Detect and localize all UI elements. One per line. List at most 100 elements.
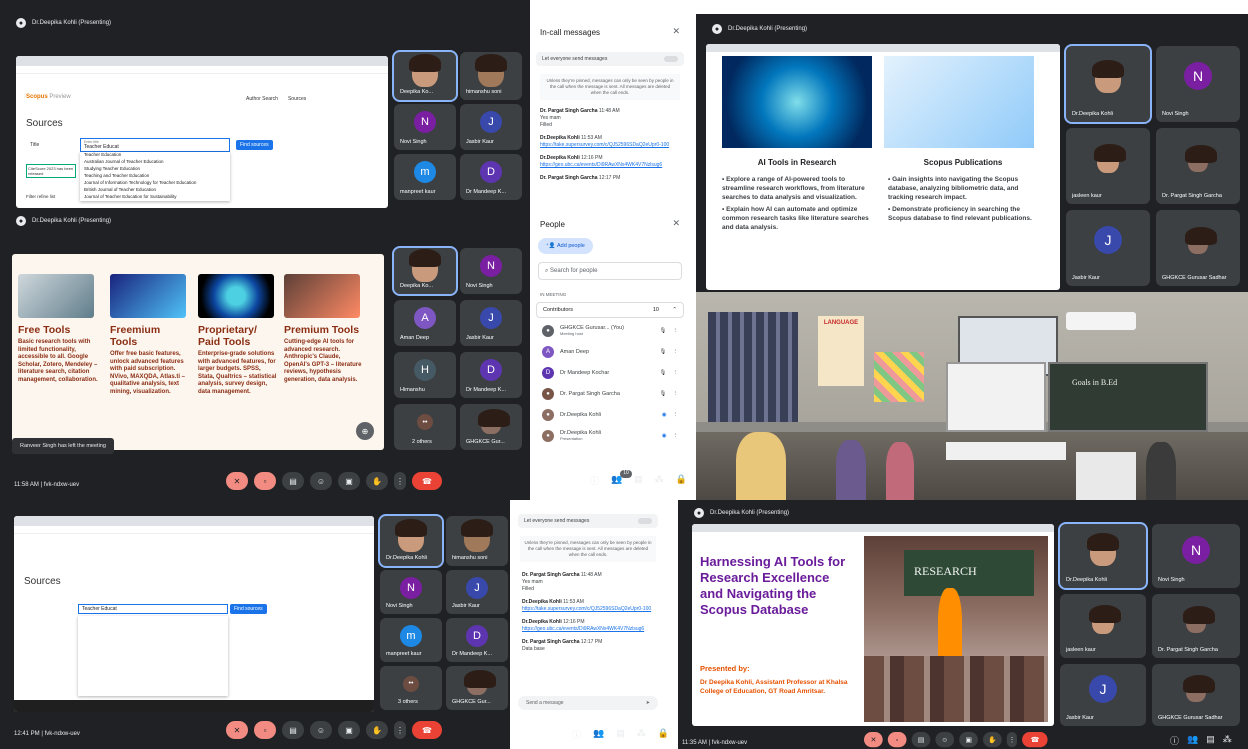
people-icon[interactable]: 👥 [593,728,604,738]
participant-tile[interactable]: J Jasbir Kaur [446,570,508,614]
participant-tile[interactable]: J Jasbir Kaur [1060,664,1146,726]
suggestion-item[interactable]: Journal of Information Technology for Te… [80,180,230,187]
close-icon[interactable]: ✕ [672,218,680,229]
participant-tile[interactable]: himanshu soni [446,516,508,566]
more-icon[interactable]: ⋮ [673,433,679,439]
participant-tile[interactable]: J Jasbir Kaur [460,104,522,150]
participant-tile[interactable]: himanshu soni [460,52,522,100]
address-bar[interactable] [14,526,374,534]
mic-off-button[interactable]: ✕ [226,721,248,739]
contributors-section[interactable]: Contributors 10 ⌃ [536,302,684,318]
participant-tile-others[interactable]: •• 3 others [380,666,442,710]
participant-tile[interactable]: GHGKCE Gurusar Sadhar [1156,210,1240,286]
person-row[interactable]: ● Dr.Deepika Kohli Presentation ◉ ⋮ [530,425,690,446]
camera-off-button[interactable]: ▫ [254,721,276,739]
send-message-input[interactable]: Send a message ➤ [518,696,658,710]
emoji-button[interactable]: ☺ [935,732,955,748]
more-options-button[interactable]: ⋮ [394,721,406,739]
camera-off-button[interactable]: ▫ [254,472,276,490]
participant-tile[interactable]: D Dr Mandeep K... [460,352,522,398]
raise-hand-button[interactable]: ✋ [366,472,388,490]
suggestion-item[interactable]: Teaching and Teacher Education [80,173,230,180]
present-button[interactable]: ▣ [338,721,360,739]
participant-tile[interactable]: N Novi Singh [1156,46,1240,122]
emoji-button[interactable]: ☺ [310,472,332,490]
more-icon[interactable]: ⋮ [673,412,679,418]
message-link[interactable]: https://geo.ubc.ca/events/Di9RAwXNx4WK4V… [522,626,644,632]
sources-link[interactable]: Sources [288,96,306,102]
person-row[interactable]: ● Dr. Pargat Singh Garcha 🎙 ⋮ [530,383,690,404]
participant-tile[interactable]: jasleen kaur [1060,594,1146,658]
person-row[interactable]: A Aman Deep 🎙 ⋮ [530,341,690,362]
participant-tile[interactable]: Deepika Ko... [392,50,458,102]
participant-tile[interactable]: J Jasbir Kaur [1066,210,1150,286]
toggle-switch[interactable] [638,518,652,524]
address-bar[interactable] [16,66,388,74]
captions-button[interactable]: ▤ [282,721,304,739]
participant-tile[interactable]: jasleen kaur [1066,128,1150,204]
participant-tile[interactable]: H Himanshu [394,352,456,398]
close-icon[interactable]: ✕ [672,26,680,37]
participant-tile[interactable]: Dr.Deepika Kohli [1064,44,1152,124]
find-sources-button[interactable]: Find sources [236,140,273,150]
suggestion-item[interactable]: British Journal of Teacher Education [80,187,230,194]
participant-tile[interactable]: N Novi Singh [394,104,456,150]
mic-off-button[interactable]: ✕ [226,472,248,490]
more-options-button[interactable]: ⋮ [1006,732,1017,748]
find-sources-button[interactable]: Find sources [230,604,267,614]
end-call-button[interactable]: ☎ [412,472,442,490]
suggestion-item[interactable]: Australian Journal of Teacher Education [80,159,230,166]
participant-tile[interactable]: N Novi Singh [380,570,442,614]
participant-tile[interactable]: Deepika Ko... [392,246,458,296]
message-toggle-row[interactable]: Let everyone send messages [536,52,684,66]
add-people-button[interactable]: ⁺👤 Add people [538,238,593,254]
suggestion-item[interactable]: Journal of Teacher Education for Sustain… [80,194,230,201]
more-options-button[interactable]: ⋮ [394,472,406,490]
info-icon[interactable]: ⓘ [572,728,581,740]
more-icon[interactable]: ⋮ [673,391,679,397]
present-button[interactable]: ▣ [338,472,360,490]
message-link[interactable]: https://take.supersurvey.com/c/QJ52596SD… [540,142,669,148]
person-row[interactable]: D Dr Mandeep Kochar 🎙 ⋮ [530,362,690,383]
chat-icon[interactable]: ▤ [1206,734,1215,747]
participant-tile[interactable]: m manpreet kaur [380,618,442,662]
participant-tile-others[interactable]: •• 2 others [394,404,456,450]
activities-icon[interactable]: ⁂ [637,728,646,738]
present-button[interactable]: ▣ [959,732,978,748]
chat-icon[interactable]: ▤ [616,728,625,738]
zoom-icon[interactable]: ⊕ [356,422,374,440]
lock-icon[interactable]: 🔒 [658,728,669,738]
info-icon[interactable]: ⓘ [1170,734,1179,747]
participant-tile[interactable]: J Jasbir Kaur [460,300,522,346]
end-call-button[interactable]: ☎ [1022,732,1048,748]
participant-tile[interactable]: Dr. Pargat Singh Garcha [1156,128,1240,204]
message-toggle-row[interactable]: Let everyone send messages [518,514,658,528]
message-link[interactable]: https://take.supersurvey.com/c/QJ52596SD… [522,606,651,612]
title-search-input[interactable]: Teacher Educat [78,604,228,614]
mic-off-button[interactable]: ✕ [864,732,883,748]
captions-button[interactable]: ▤ [282,472,304,490]
activities-icon[interactable]: ⁂ [1223,734,1232,747]
participant-tile[interactable]: GHGKCE Gurusar Sadhar [1152,664,1240,726]
camera-off-button[interactable]: ▫ [887,732,907,748]
more-icon[interactable]: ⋮ [673,370,679,376]
participant-tile[interactable]: Dr.Deepika Kohli [378,514,444,568]
participant-tile[interactable]: GHGKCE Gur... [460,404,522,450]
more-icon[interactable]: ⋮ [673,328,679,334]
captions-button[interactable]: ▤ [911,732,931,748]
end-call-button[interactable]: ☎ [412,721,442,739]
more-icon[interactable]: ⋮ [673,349,679,355]
toggle-switch[interactable] [664,56,678,62]
suggestion-item[interactable]: Teacher Education [80,152,230,159]
title-search-input[interactable]: Enter title Teacher Educat [80,138,230,152]
suggestion-item[interactable]: Studying Teacher Education [80,166,230,173]
participant-tile[interactable]: N Novi Singh [460,248,522,294]
emoji-button[interactable]: ☺ [310,721,332,739]
raise-hand-button[interactable]: ✋ [983,732,1002,748]
people-icon[interactable]: 👥 [1187,734,1198,747]
person-row[interactable]: ● Dr.Deepika Kohli ◉ ⋮ [530,404,690,425]
participant-tile[interactable]: D Dr Mandeep K... [446,618,508,662]
participant-tile[interactable]: D Dr Mandeep K... [460,154,522,200]
raise-hand-button[interactable]: ✋ [366,721,388,739]
participant-tile[interactable]: A Aman Deep [394,300,456,346]
